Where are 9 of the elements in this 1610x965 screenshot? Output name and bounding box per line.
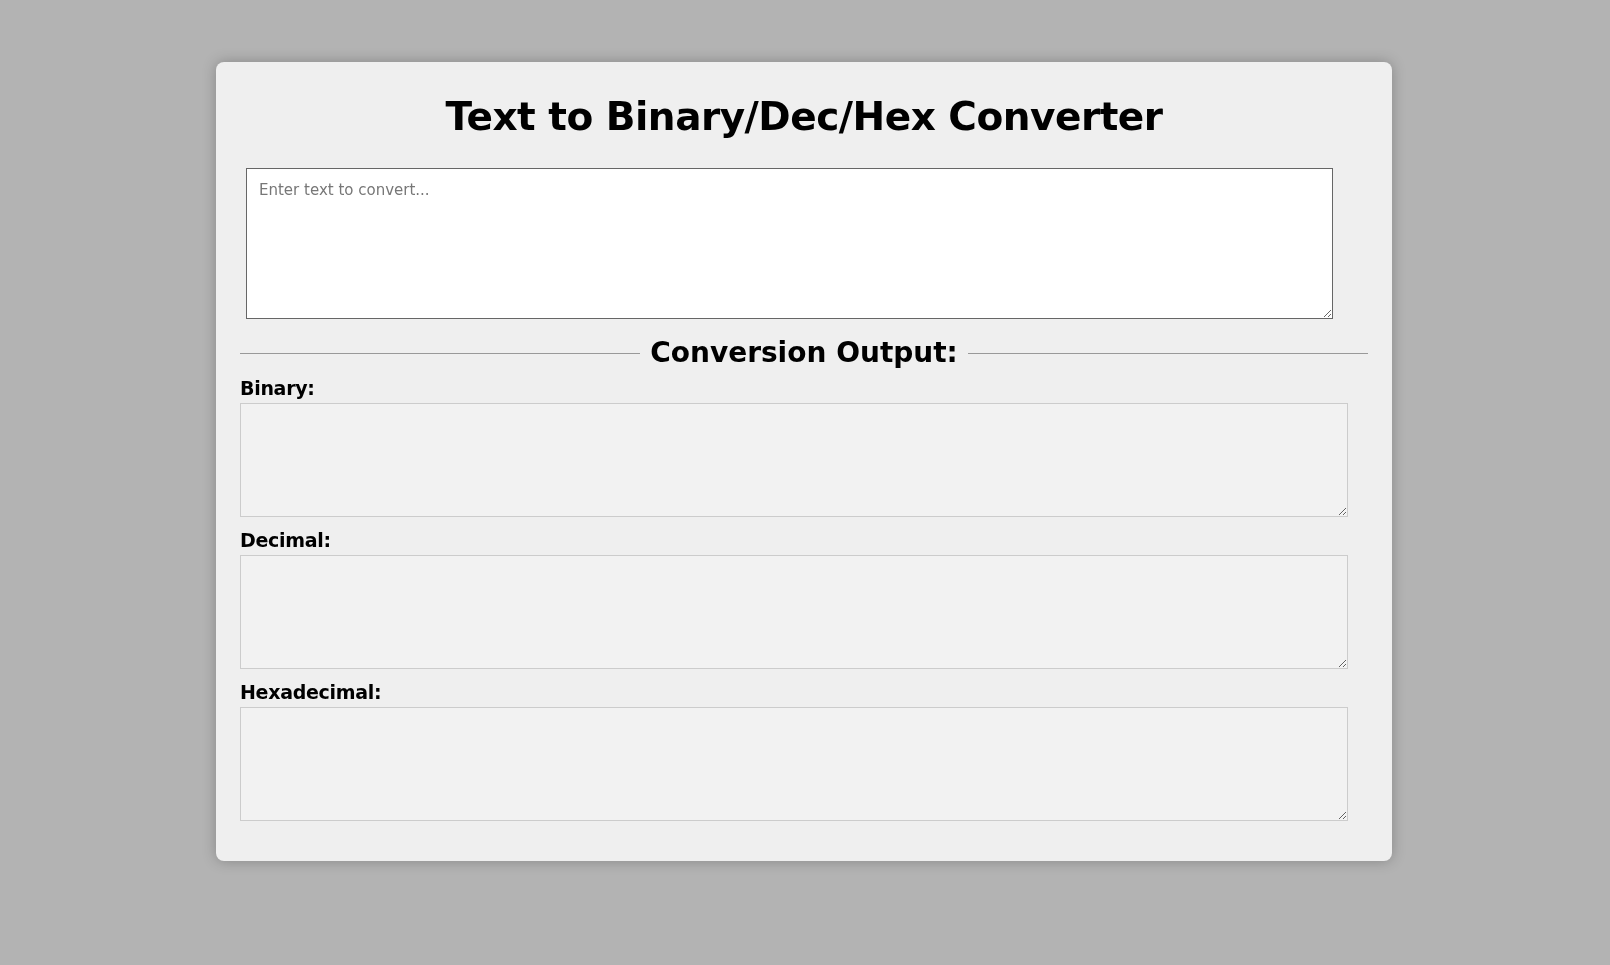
text-input-field[interactable]: Enter text to convert...: [246, 168, 1333, 319]
output-field[interactable]: [240, 707, 1348, 821]
output-label: Decimal:: [240, 528, 331, 553]
output-field[interactable]: [240, 403, 1348, 517]
output-heading: Conversion Output:: [650, 335, 958, 371]
output-label: Binary:: [240, 376, 315, 401]
output-label: Hexadecimal:: [240, 680, 382, 705]
output-field[interactable]: [240, 555, 1348, 669]
page-title: Text to Binary/Dec/Hex Converter: [444, 93, 1164, 141]
